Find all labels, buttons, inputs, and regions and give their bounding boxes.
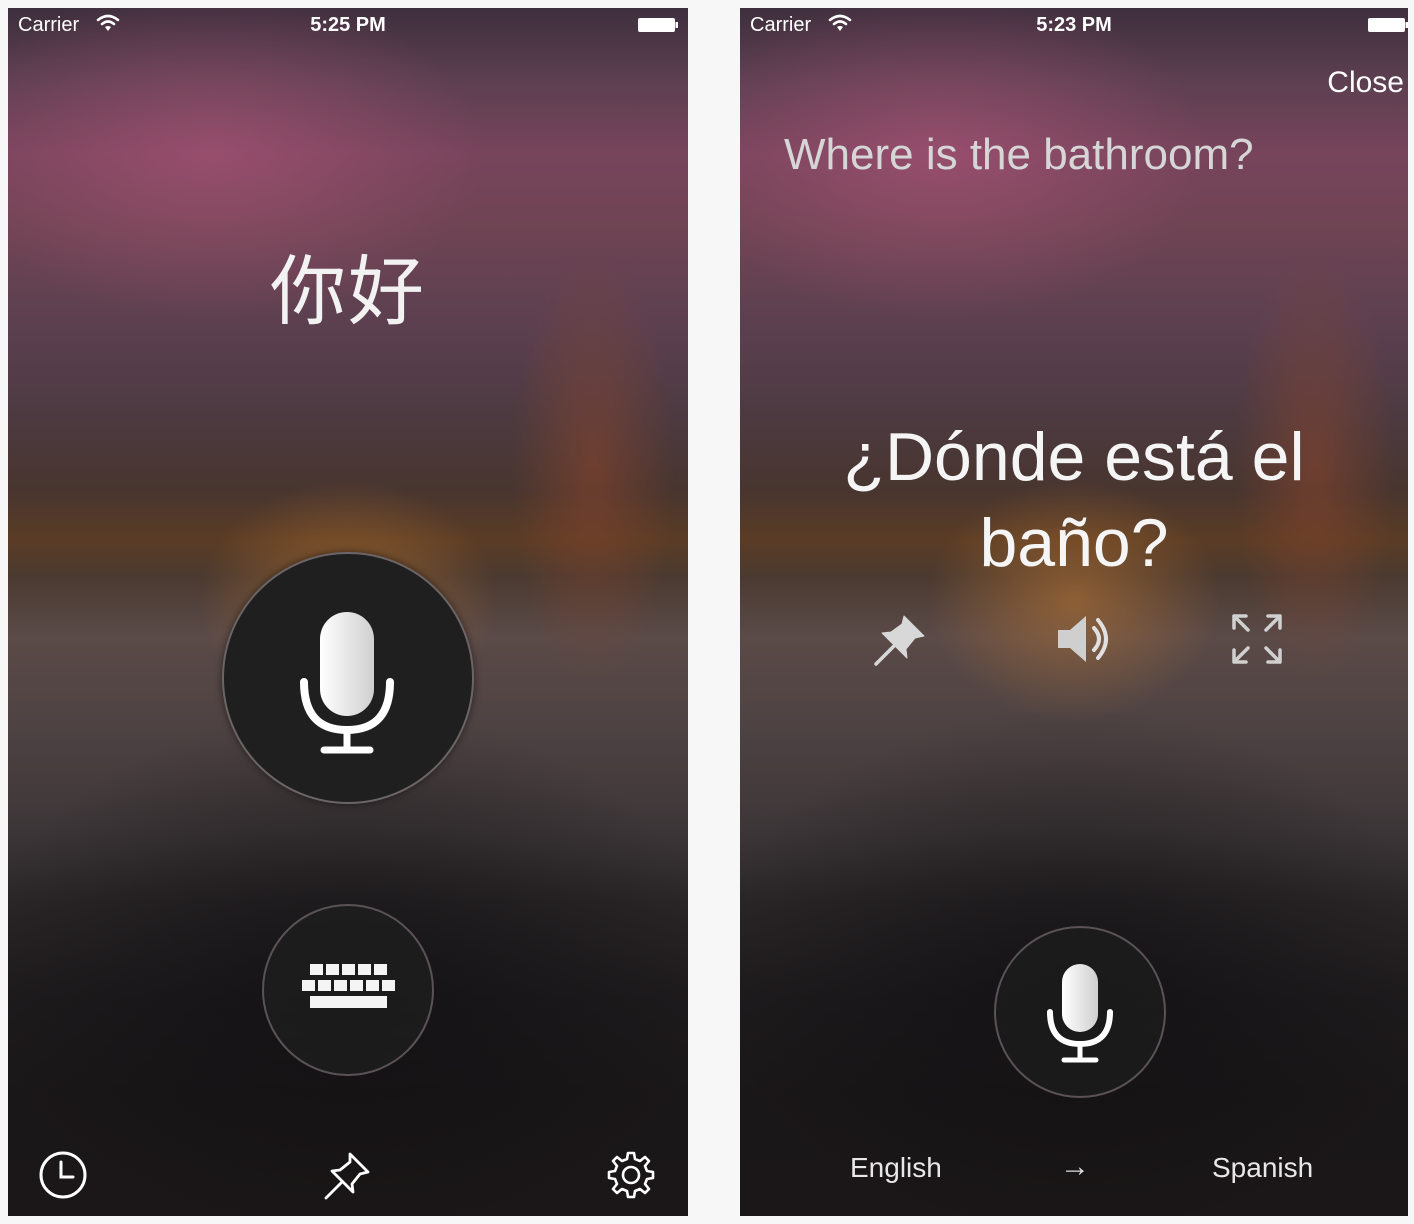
arrow-icon: →	[1060, 1150, 1090, 1183]
microphone-icon	[300, 612, 394, 754]
battery-icon	[1368, 18, 1408, 32]
recognized-phrase: 你好	[270, 247, 426, 336]
battery-icon	[638, 18, 678, 32]
source-phrase: Where is the bathroom?	[784, 130, 1254, 179]
keyboard-button[interactable]	[262, 904, 434, 1076]
source-language-button[interactable]: English	[850, 1152, 942, 1184]
translated-phrase: ¿Dónde está el baño?	[843, 419, 1305, 581]
status-time: 5:25 PM	[310, 14, 386, 36]
close-button[interactable]: Close	[1327, 66, 1404, 100]
status-bar: Carrier 5:25 PM	[8, 8, 688, 44]
microphone-icon	[1047, 964, 1113, 1063]
keyboard-icon	[302, 964, 395, 1008]
microphone-button[interactable]	[994, 926, 1166, 1098]
left-phone-screen: Carrier 5:25 PM 你好	[8, 8, 688, 1216]
right-phone-screen: Carrier 5:23 PM Close Where is the bathr…	[740, 8, 1408, 1216]
fullscreen-icon[interactable]	[1226, 608, 1288, 670]
status-time: 5:23 PM	[1036, 14, 1112, 36]
gear-icon[interactable]	[604, 1148, 658, 1202]
clock-icon[interactable]	[36, 1148, 90, 1202]
target-language-button[interactable]: Spanish	[1212, 1152, 1313, 1184]
speaker-icon[interactable]	[1052, 608, 1114, 670]
status-bar: Carrier 5:23 PM	[740, 8, 1408, 44]
microphone-button[interactable]	[222, 552, 474, 804]
pin-icon[interactable]	[868, 608, 930, 670]
pin-icon[interactable]	[320, 1148, 374, 1202]
